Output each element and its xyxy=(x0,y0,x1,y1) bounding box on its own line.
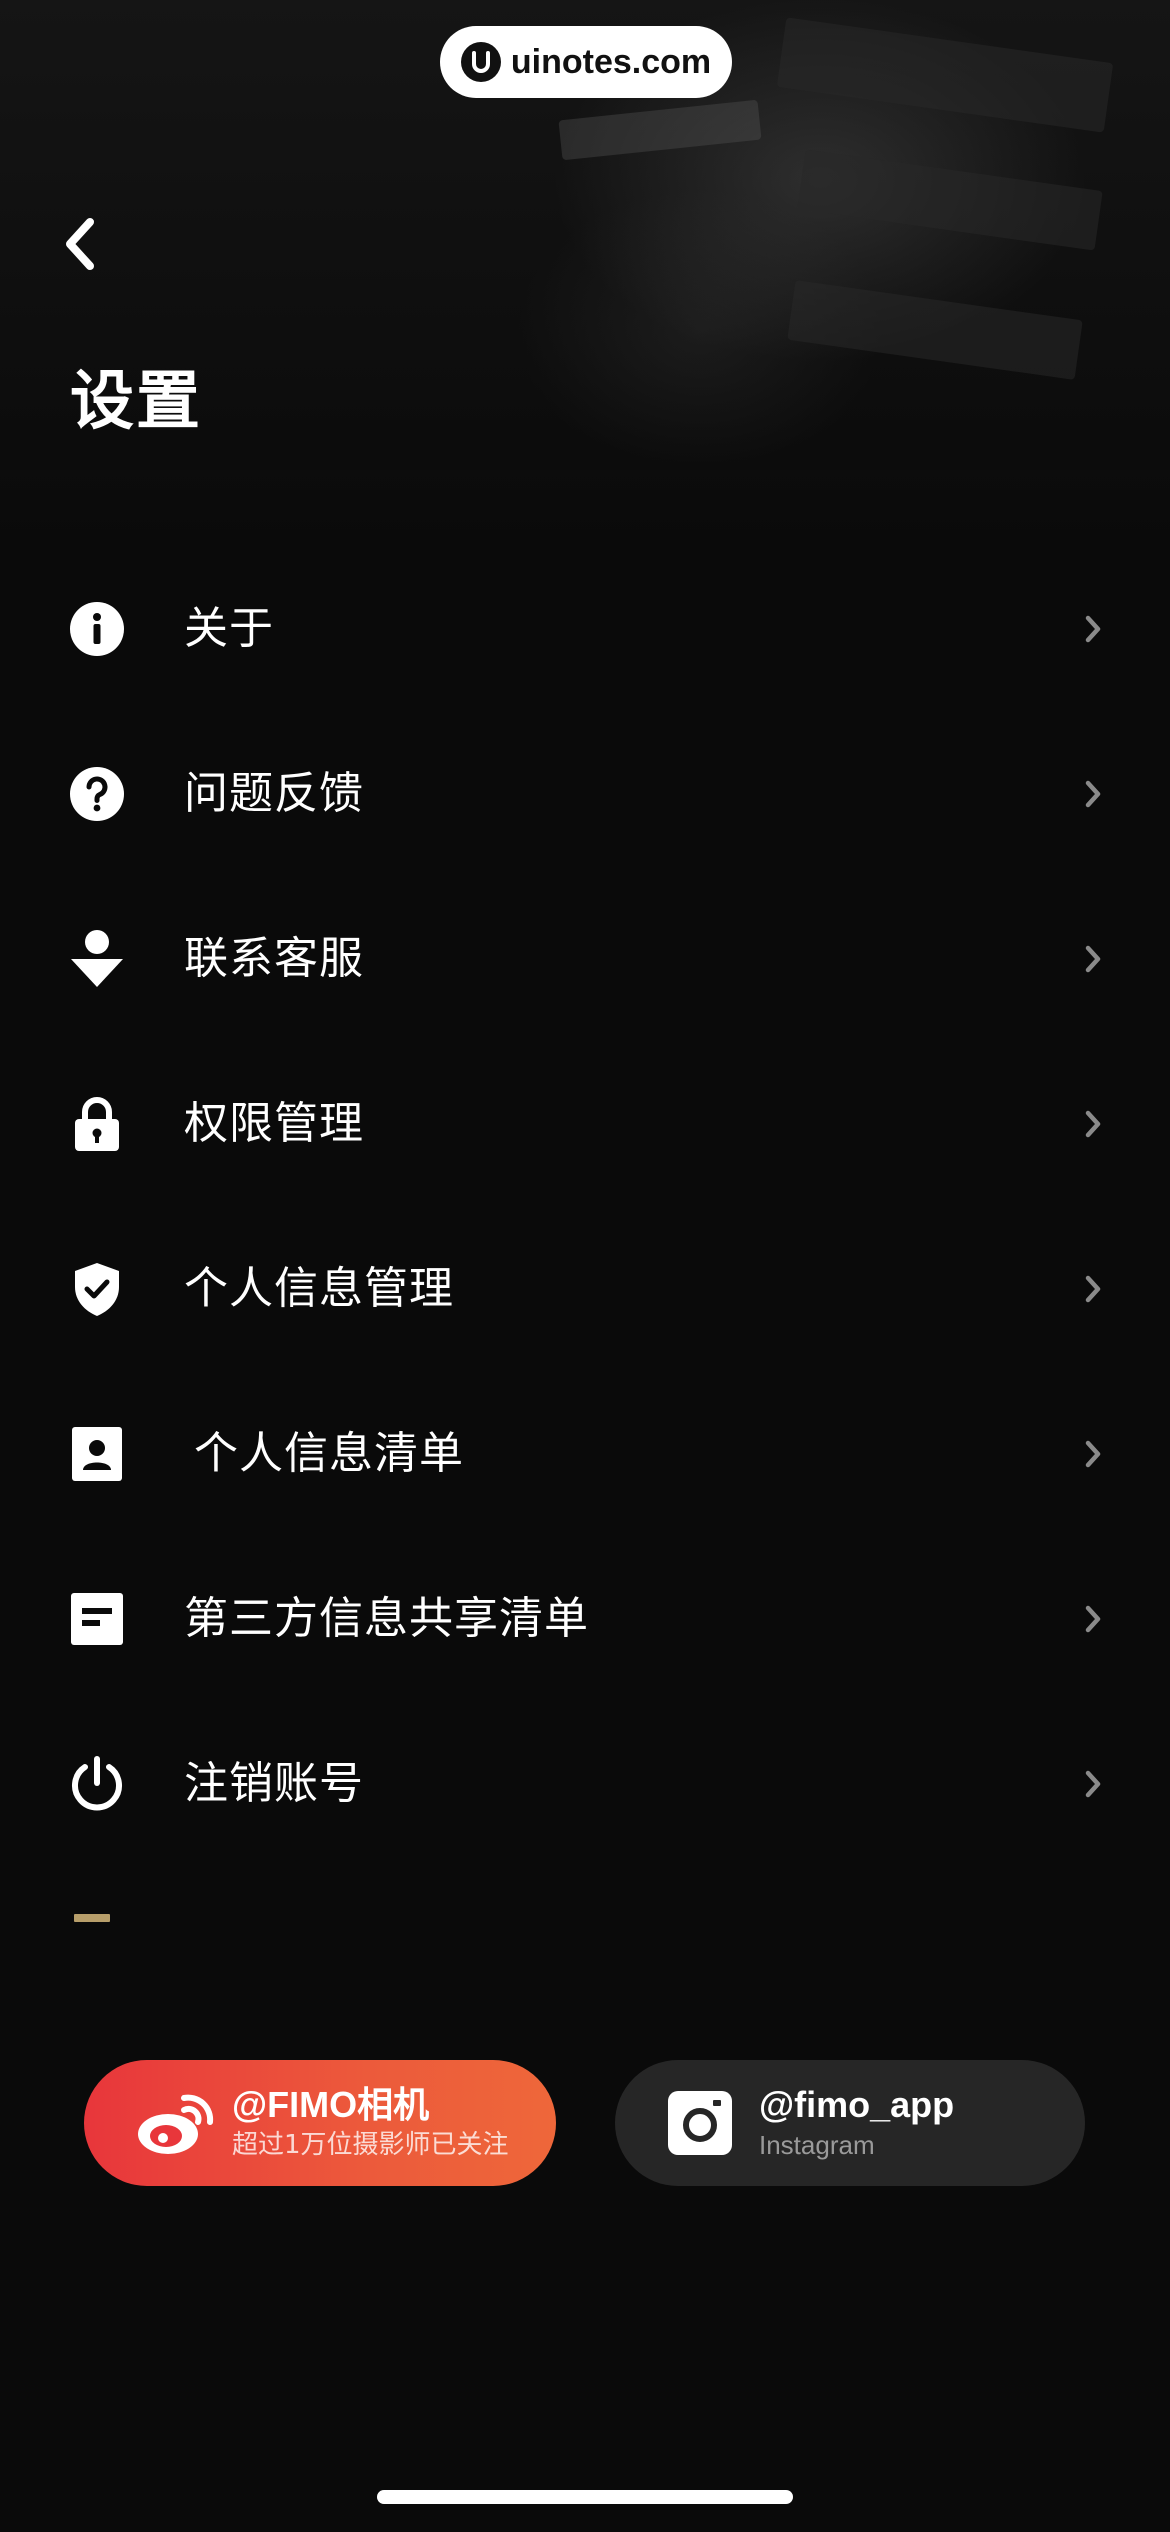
menu-item-third-party-sharing[interactable]: 第三方信息共享清单 xyxy=(0,1536,1170,1701)
contact-card-icon xyxy=(68,1425,126,1483)
weibo-icon xyxy=(134,2084,218,2160)
document-list-icon xyxy=(68,1590,126,1648)
menu-item-label: 联系客服 xyxy=(184,932,364,984)
weibo-text-group: @FIMO相机 超过1万位摄影师已关注 xyxy=(232,2085,509,2159)
menu-item-personal-info-list[interactable]: 个人信息清单 xyxy=(0,1371,1170,1536)
instagram-text-group: @fimo_app Instagram xyxy=(759,2085,954,2159)
menu-item-label: 问题反馈 xyxy=(184,767,364,819)
instagram-label: Instagram xyxy=(759,2129,875,2160)
back-button[interactable] xyxy=(50,212,110,276)
instagram-handle: @fimo_app xyxy=(759,2084,955,2125)
instagram-follow-button[interactable]: @fimo_app Instagram xyxy=(615,2060,1085,2186)
shield-check-icon xyxy=(68,1260,126,1318)
watermark-text: uinotes.com xyxy=(510,42,712,81)
menu-item-personal-info-management[interactable]: 个人信息管理 xyxy=(0,1206,1170,1371)
section-divider xyxy=(74,1914,110,1922)
chevron-right-icon xyxy=(1078,1434,1108,1474)
chevron-right-icon xyxy=(1078,1269,1108,1309)
home-indicator xyxy=(377,2490,793,2504)
uinotes-logo-icon xyxy=(460,42,501,82)
chevron-left-icon xyxy=(66,218,94,270)
menu-item-customer-service[interactable]: 联系客服 xyxy=(0,876,1170,1041)
chevron-right-icon xyxy=(1078,774,1108,814)
menu-item-permissions[interactable]: 权限管理 xyxy=(0,1041,1170,1206)
customer-service-icon xyxy=(68,929,126,988)
info-icon xyxy=(68,600,126,658)
menu-item-label: 关于 xyxy=(184,602,274,654)
instagram-icon xyxy=(667,2090,733,2156)
weibo-follower-note: 超过1万位摄影师已关注 xyxy=(232,2129,509,2160)
menu-item-delete-account[interactable]: 注销账号 xyxy=(0,1701,1170,1866)
menu-item-label: 注销账号 xyxy=(184,1757,364,1809)
chevron-right-icon xyxy=(1078,1764,1108,1804)
menu-item-feedback[interactable]: 问题反馈 xyxy=(0,711,1170,876)
watermark-badge: uinotes.com xyxy=(440,26,732,98)
chevron-right-icon xyxy=(1078,939,1108,979)
weibo-handle: @FIMO相机 xyxy=(232,2084,430,2125)
menu-item-label: 权限管理 xyxy=(184,1097,364,1149)
menu-item-label: 个人信息清单 xyxy=(194,1427,464,1479)
settings-menu: 关于 问题反馈 联系客服 权限管理 个人信息管理 个人信息清单 第三方信息共享清… xyxy=(0,546,1170,1866)
chevron-right-icon xyxy=(1078,1599,1108,1639)
menu-item-label: 个人信息管理 xyxy=(184,1262,454,1314)
chevron-right-icon xyxy=(1078,609,1108,649)
question-icon xyxy=(68,765,126,823)
power-icon xyxy=(68,1755,126,1813)
chevron-right-icon xyxy=(1078,1104,1108,1144)
weibo-follow-button[interactable]: @FIMO相机 超过1万位摄影师已关注 xyxy=(84,2060,556,2186)
lock-icon xyxy=(68,1095,126,1153)
menu-item-about[interactable]: 关于 xyxy=(0,546,1170,711)
page-title: 设置 xyxy=(70,365,202,439)
menu-item-label: 第三方信息共享清单 xyxy=(184,1592,589,1644)
